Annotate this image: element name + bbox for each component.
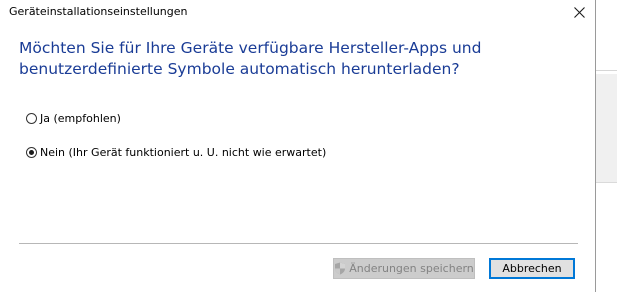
radio-no[interactable]	[26, 147, 37, 158]
background-panel	[596, 74, 617, 182]
footer-separator	[19, 243, 578, 244]
device-installation-settings-dialog: Geräteinstallationseinstellungen Möchten…	[0, 0, 596, 292]
close-icon	[573, 6, 585, 18]
close-button[interactable]	[567, 2, 591, 22]
radio-yes[interactable]	[26, 113, 37, 124]
cancel-button[interactable]: Abbrechen	[489, 258, 575, 279]
option-yes[interactable]: Ja (empfohlen)	[26, 112, 121, 125]
window-title: Geräteinstallationseinstellungen	[9, 5, 188, 18]
save-changes-button[interactable]: Änderungen speichern	[333, 258, 475, 279]
option-yes-label: Ja (empfohlen)	[40, 112, 121, 125]
dialog-question: Möchten Sie für Ihre Geräte verfügbare H…	[19, 39, 482, 78]
background-divider	[596, 182, 617, 183]
background-divider	[596, 70, 617, 71]
cancel-label: Abbrechen	[502, 262, 562, 275]
background-window	[596, 0, 617, 292]
shield-icon	[335, 262, 346, 275]
option-no[interactable]: Nein (Ihr Gerät funktioniert u. U. nicht…	[26, 146, 326, 159]
option-no-label: Nein (Ihr Gerät funktioniert u. U. nicht…	[40, 146, 327, 159]
save-changes-label: Änderungen speichern	[349, 262, 474, 275]
title-bar[interactable]: Geräteinstallationseinstellungen	[0, 0, 595, 24]
